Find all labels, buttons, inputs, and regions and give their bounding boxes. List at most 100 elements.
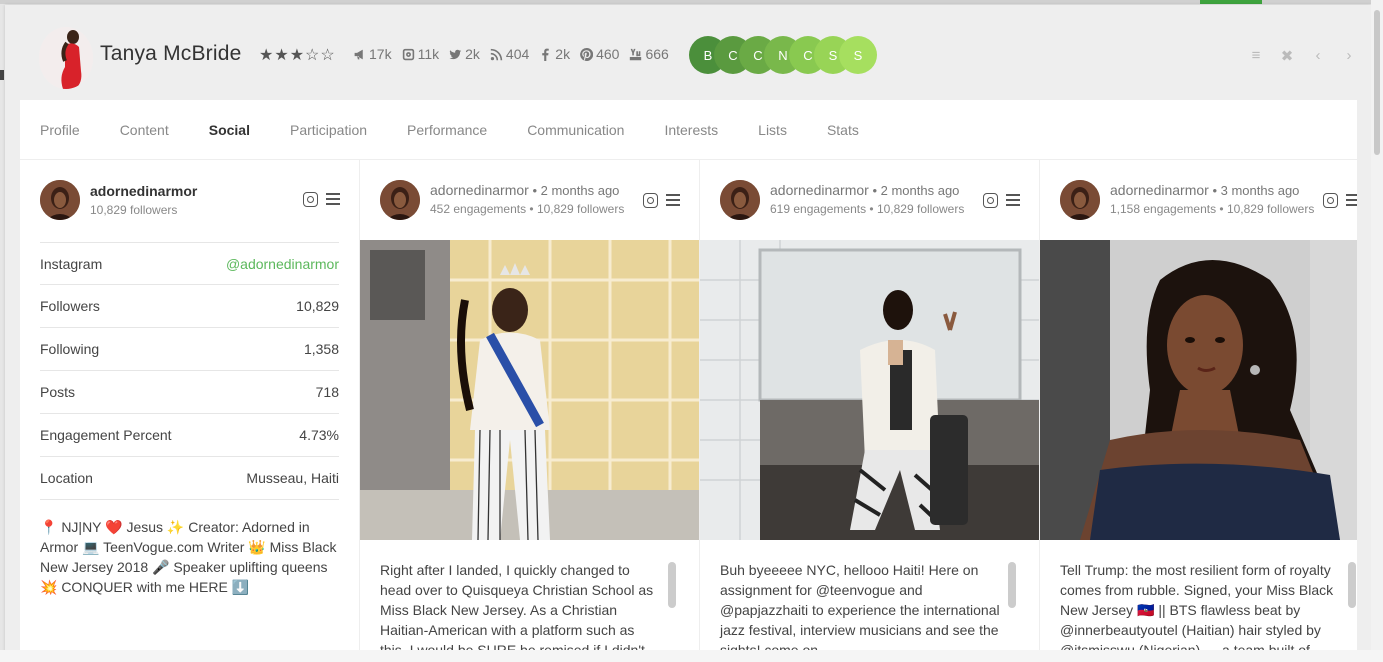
pinterest-icon xyxy=(580,47,594,61)
post-photo[interactable] xyxy=(360,240,699,540)
bottom-bar xyxy=(0,650,1383,662)
post-header: adornedinarmor • 2 months ago 452 engage… xyxy=(380,180,680,222)
menu-icon[interactable] xyxy=(326,193,340,205)
stat-blog: 404 xyxy=(490,46,529,62)
profile-card-icons xyxy=(303,192,340,207)
stat-youtube: 666 xyxy=(629,46,669,62)
detail-row-instagram: Instagram @adornedinarmor xyxy=(40,242,339,285)
post-time: • 2 months ago xyxy=(872,183,960,198)
post-header: adornedinarmor • 2 months ago 619 engage… xyxy=(720,180,1020,222)
profile-username[interactable]: adornedinarmor xyxy=(90,183,197,199)
instagram-icon[interactable] xyxy=(983,193,998,208)
influencer-modal: Tanya McBride ★★★☆☆ 17k 11k 2k 404 2k 46… xyxy=(5,5,1371,662)
menu-icon[interactable] xyxy=(1346,194,1357,206)
close-icon[interactable]: ✖ xyxy=(1279,47,1295,65)
detail-label: Followers xyxy=(40,298,100,314)
top-green-tab xyxy=(1200,0,1262,4)
social-stats: 17k 11k 2k 404 2k 460 666 xyxy=(353,46,669,62)
megaphone-icon xyxy=(354,49,363,59)
post-meta: 619 engagements • 10,829 followers xyxy=(770,202,965,216)
stat-total-value: 17k xyxy=(369,46,392,62)
detail-row-following: Following 1,358 xyxy=(40,328,339,371)
caption-scrollbar[interactable] xyxy=(668,562,676,662)
tab-participation[interactable]: Participation xyxy=(290,122,367,138)
page-scrollbar[interactable] xyxy=(1371,0,1383,662)
twitter-icon xyxy=(449,49,462,59)
chip-s2[interactable]: S xyxy=(839,36,877,74)
instagram-icon[interactable] xyxy=(1323,193,1338,208)
post-card: adornedinarmor • 2 months ago 452 engage… xyxy=(360,160,700,662)
detail-value: 4.73% xyxy=(299,427,339,443)
stat-pinterest-value: 460 xyxy=(596,46,620,62)
instagram-handle-link[interactable]: @adornedinarmor xyxy=(226,256,339,272)
tab-lists[interactable]: Lists xyxy=(758,122,787,138)
post-user-line: adornedinarmor • 2 months ago xyxy=(430,182,619,198)
post-avatar[interactable] xyxy=(720,180,760,220)
tab-communication[interactable]: Communication xyxy=(527,122,624,138)
post-icons xyxy=(643,193,680,208)
post-photo[interactable] xyxy=(1040,240,1357,540)
instagram-icon[interactable] xyxy=(643,193,658,208)
detail-label: Posts xyxy=(40,384,76,400)
rating-stars[interactable]: ★★★☆☆ xyxy=(259,45,336,65)
stat-twitter: 2k xyxy=(449,46,480,62)
instagram-profile-card: adornedinarmor 10,829 followers Instagra… xyxy=(20,160,360,662)
profile-followers: 10,829 followers xyxy=(90,203,178,217)
post-card: adornedinarmor • 2 months ago 619 engage… xyxy=(700,160,1040,662)
post-username[interactable]: adornedinarmor xyxy=(770,182,869,198)
caption-scrollbar[interactable] xyxy=(1008,562,1016,662)
left-edge-mark xyxy=(0,70,4,80)
post-photo[interactable] xyxy=(700,240,1039,540)
tab-content[interactable]: Content xyxy=(120,122,169,138)
tab-interests[interactable]: Interests xyxy=(664,122,718,138)
window-controls: ≡ ✖ ‹ › xyxy=(1248,47,1357,65)
stat-facebook-value: 2k xyxy=(555,46,571,62)
instagram-avatar[interactable] xyxy=(40,180,80,220)
detail-row-posts: Posts 718 xyxy=(40,371,339,414)
stat-blog-value: 404 xyxy=(505,46,530,62)
menu-icon[interactable] xyxy=(666,194,680,206)
post-user-line: adornedinarmor • 2 months ago xyxy=(770,182,959,198)
post-user-line: adornedinarmor • 3 months ago xyxy=(1110,182,1299,198)
rss-icon xyxy=(490,48,503,60)
profile-bio: 📍 NJ|NY ❤️ Jesus ✨ Creator: Adorned in A… xyxy=(40,519,337,595)
tab-performance[interactable]: Performance xyxy=(407,122,487,138)
post-meta: 452 engagements • 10,829 followers xyxy=(430,202,625,216)
profile-avatar[interactable] xyxy=(39,27,93,89)
post-username[interactable]: adornedinarmor xyxy=(1110,182,1209,198)
stat-pinterest: 460 xyxy=(580,46,619,62)
menu-icon[interactable]: ≡ xyxy=(1248,47,1264,65)
menu-icon[interactable] xyxy=(1006,194,1020,206)
detail-row-location: Location Musseau, Haiti xyxy=(40,457,339,500)
post-card: adornedinarmor • 3 months ago 1,158 enga… xyxy=(1040,160,1357,662)
profile-header: Tanya McBride ★★★☆☆ 17k 11k 2k 404 2k 46… xyxy=(5,5,1371,100)
post-icons xyxy=(1323,193,1357,208)
tab-stats[interactable]: Stats xyxy=(827,122,859,138)
browser-top-strip xyxy=(0,0,1383,4)
detail-label: Location xyxy=(40,470,93,486)
post-time: • 3 months ago xyxy=(1212,183,1300,198)
post-time: • 2 months ago xyxy=(532,183,620,198)
caption-scrollbar[interactable] xyxy=(1348,562,1356,662)
stat-instagram: 11k xyxy=(402,46,439,62)
tab-social[interactable]: Social xyxy=(209,122,250,138)
next-icon[interactable]: › xyxy=(1341,47,1357,65)
instagram-icon[interactable] xyxy=(303,192,318,207)
post-avatar[interactable] xyxy=(380,180,420,220)
post-avatar[interactable] xyxy=(1060,180,1100,220)
prev-icon[interactable]: ‹ xyxy=(1310,47,1326,65)
category-chips: B C C N C S S xyxy=(689,36,889,74)
post-username[interactable]: adornedinarmor xyxy=(430,182,529,198)
post-meta: 1,158 engagements • 10,829 followers xyxy=(1110,202,1315,216)
tab-bar: Profile Content Social Participation Per… xyxy=(20,100,1357,160)
detail-label: Engagement Percent xyxy=(40,427,172,443)
post-header: adornedinarmor • 3 months ago 1,158 enga… xyxy=(1060,180,1357,222)
stat-total: 17k xyxy=(353,46,392,62)
youtube-icon xyxy=(630,48,642,60)
instagram-icon xyxy=(402,48,414,60)
stat-youtube-value: 666 xyxy=(645,46,669,62)
detail-label: Following xyxy=(40,341,100,357)
content-panel: Profile Content Social Participation Per… xyxy=(20,100,1357,662)
detail-value: 1,358 xyxy=(303,341,339,357)
tab-profile[interactable]: Profile xyxy=(40,122,80,138)
